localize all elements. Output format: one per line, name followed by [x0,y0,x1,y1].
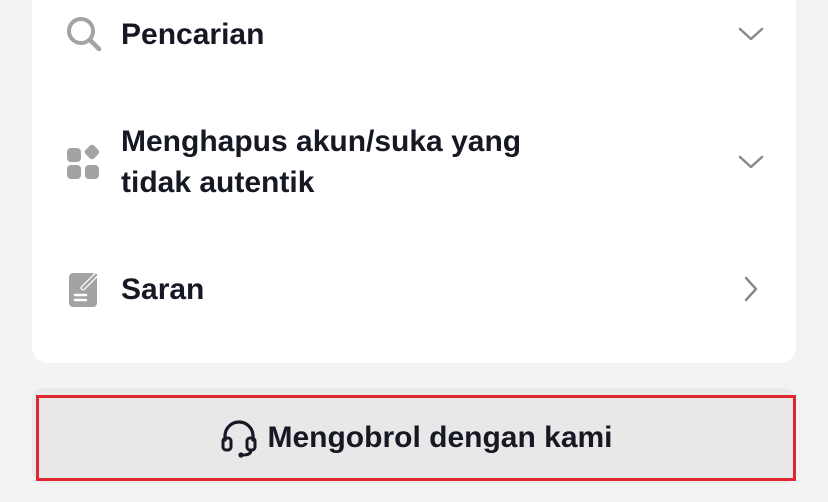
search-icon [64,14,104,54]
menu-item-label: Menghapus akun/suka yang tidak autentik [121,121,521,203]
menu-item-label: Pencarian [121,17,265,51]
menu-item-label: Saran [121,272,205,306]
menu-item-remove-fake-accounts[interactable]: Menghapus akun/suka yang tidak autentik [32,105,796,219]
apps-icon [64,142,104,182]
faq-menu-card: Pencarian Menghapus akun/suka yang tidak… [32,0,796,363]
chevron-right-icon [736,274,766,304]
chat-button-label: Mengobrol dengan kami [267,421,613,454]
page: Pencarian Menghapus akun/suka yang tidak… [0,0,828,502]
chevron-down-icon [736,147,766,177]
menu-item-label-line2: tidak autentik [121,166,315,199]
headset-icon [219,418,259,458]
chat-with-us-button[interactable]: Mengobrol dengan kami [36,395,796,481]
menu-item-suggestions[interactable]: Saran [32,254,796,324]
chevron-down-icon [736,19,766,49]
menu-item-search[interactable]: Pencarian [32,0,796,68]
menu-item-label-line1: Menghapus akun/suka yang [121,125,522,158]
edit-note-icon [64,269,104,309]
